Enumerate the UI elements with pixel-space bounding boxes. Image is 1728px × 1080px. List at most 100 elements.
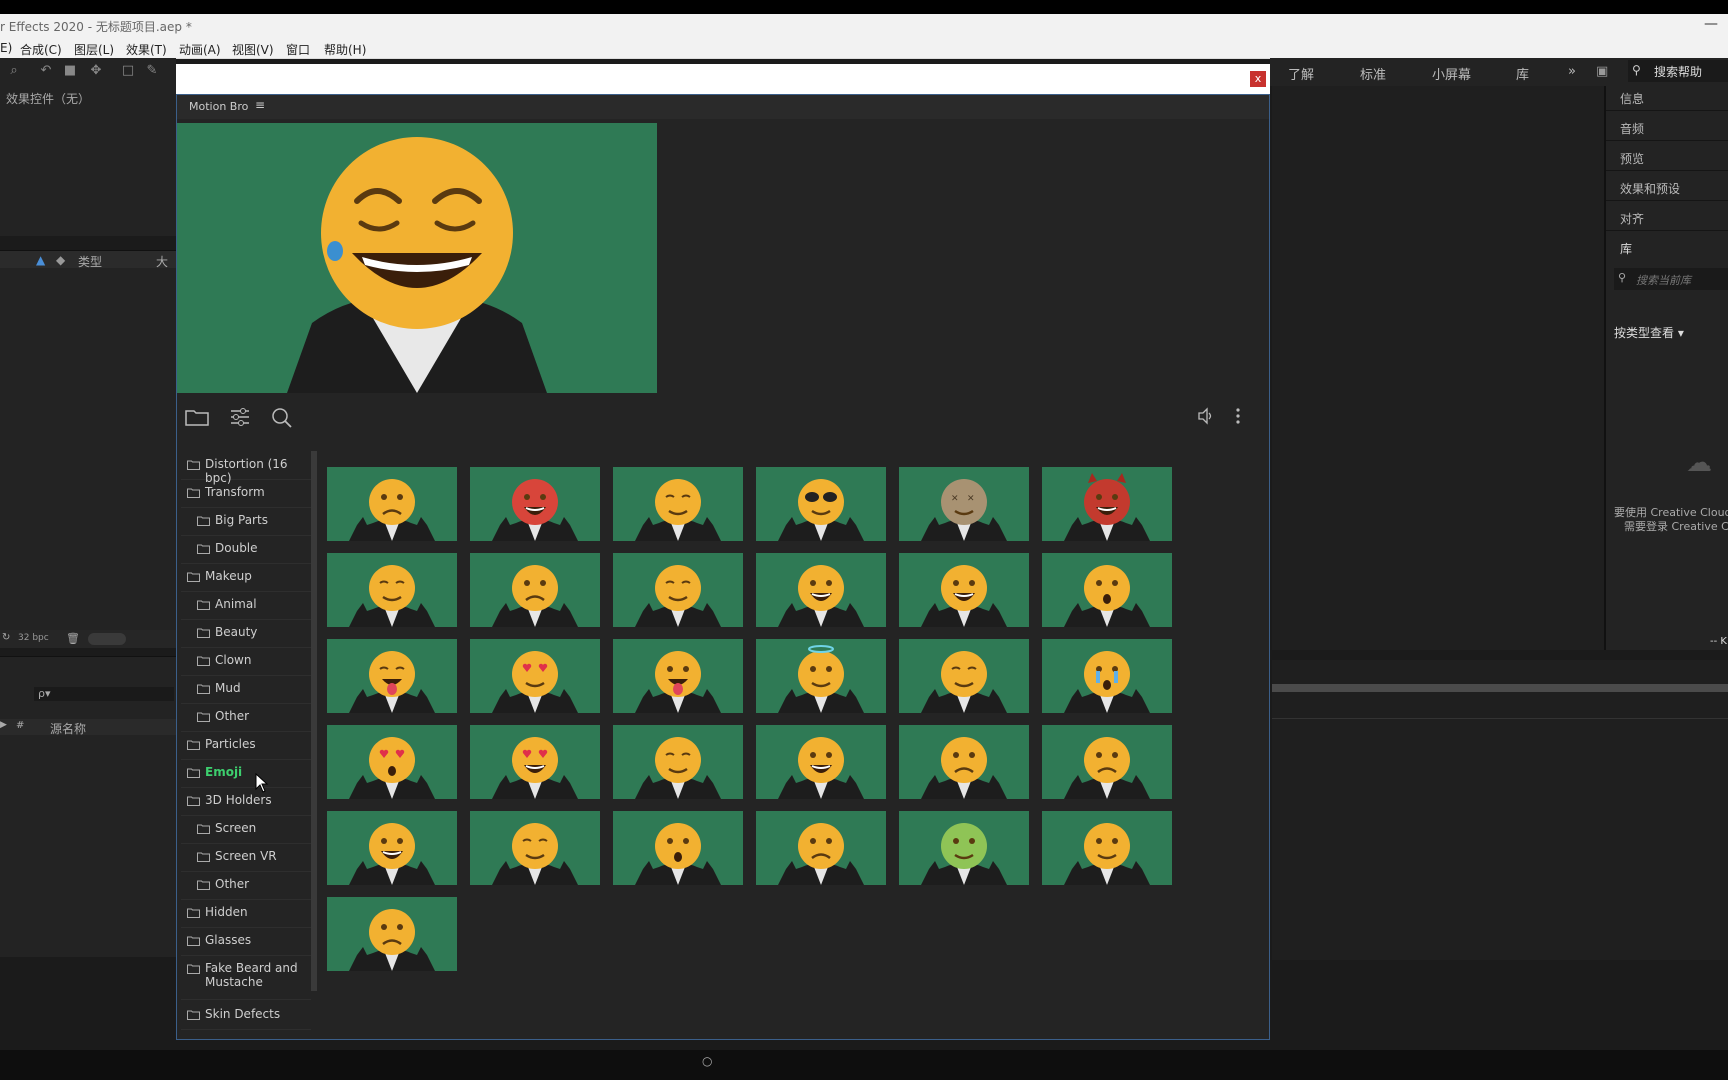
category-double[interactable]: Double	[181, 535, 311, 564]
menu-layer[interactable]: 图层(L)	[74, 41, 114, 58]
preset-thumbnail[interactable]	[899, 553, 1029, 627]
workspace-more-icon[interactable]: »	[1568, 64, 1576, 79]
category-screen-vr[interactable]: Screen VR	[181, 843, 311, 872]
category-screen[interactable]: Screen	[181, 815, 311, 844]
help-search-box[interactable]: ⚲ 搜索帮助	[1628, 60, 1728, 82]
rectangle-tool-icon[interactable]: □	[120, 64, 136, 78]
panel-menu-icon[interactable]: ≡	[255, 98, 265, 112]
camera-tool-icon[interactable]: ■	[62, 64, 78, 78]
category-distortion-16-bpc[interactable]: Distortion (16 bpc)	[181, 451, 311, 485]
search-tool-icon[interactable]: ⌕	[6, 64, 22, 78]
expand-icon[interactable]: ▶	[0, 720, 7, 730]
workspace-tab-small-screen[interactable]: 小屏幕	[1432, 64, 1471, 83]
preset-thumbnail[interactable]	[470, 639, 600, 713]
panel-libraries[interactable]: 库	[1620, 240, 1632, 257]
more-vertical-icon[interactable]	[1235, 407, 1241, 429]
preset-thumbnail[interactable]	[470, 467, 600, 541]
category-skin-defects[interactable]: Skin Defects	[181, 1001, 311, 1030]
folder-icon[interactable]	[185, 407, 209, 431]
category-other[interactable]: Other	[181, 703, 311, 732]
workspace-tab-learn[interactable]: 了解	[1288, 64, 1314, 83]
category-particles[interactable]: Particles	[181, 731, 311, 760]
search-icon[interactable]	[271, 407, 293, 433]
preset-thumbnail[interactable]	[1042, 553, 1172, 627]
preset-thumbnail[interactable]	[756, 553, 886, 627]
category-makeup[interactable]: Makeup	[181, 563, 311, 592]
preset-thumbnail[interactable]	[756, 467, 886, 541]
flow-icon[interactable]: ↻	[2, 632, 10, 643]
preset-thumbnail[interactable]	[756, 811, 886, 885]
sliders-icon[interactable]	[229, 407, 251, 431]
category-clown[interactable]: Clown	[181, 647, 311, 676]
preset-thumbnail[interactable]	[613, 811, 743, 885]
preset-thumbnail[interactable]	[327, 897, 457, 971]
category-other[interactable]: Other	[181, 871, 311, 900]
menu-view[interactable]: 视图(V)	[232, 41, 274, 58]
menu-composition[interactable]: 合成(C)	[20, 41, 62, 58]
menu-effect[interactable]: 效果(T)	[126, 41, 167, 58]
pan-tool-icon[interactable]: ✥	[88, 64, 104, 78]
rotate-tool-icon[interactable]: ↶	[38, 64, 54, 78]
preset-thumbnail[interactable]	[327, 725, 457, 799]
close-button[interactable]: x	[1250, 71, 1266, 87]
category-glasses[interactable]: Glasses	[181, 927, 311, 956]
timeline-search-input[interactable]: ρ▾	[34, 687, 174, 701]
preset-thumbnail[interactable]: ✕ ✕	[899, 467, 1029, 541]
motion-bro-tab[interactable]: Motion Bro	[189, 100, 248, 113]
panel-audio[interactable]: 音频	[1620, 120, 1644, 137]
workspace-icon[interactable]: ▣	[1596, 64, 1608, 79]
library-search-input[interactable]: ⚲ 搜索当前库	[1614, 268, 1728, 290]
menu-edit[interactable]: E)	[0, 41, 12, 55]
menu-help[interactable]: 帮助(H)	[324, 41, 366, 58]
category-mud[interactable]: Mud	[181, 675, 311, 704]
preset-thumbnail[interactable]	[899, 725, 1029, 799]
trash-icon[interactable]: 🗑	[66, 632, 80, 645]
category-fake-beard-and-mustache[interactable]: Fake Beard and Mustache	[181, 955, 311, 1000]
preset-thumbnail[interactable]	[1042, 639, 1172, 713]
preset-thumbnail[interactable]	[613, 725, 743, 799]
workspace-tab-standard[interactable]: 标准	[1360, 64, 1386, 83]
column-source-name[interactable]: 源名称	[50, 720, 86, 737]
panel-effects-presets[interactable]: 效果和预设	[1620, 180, 1680, 197]
preset-thumbnail[interactable]	[1042, 811, 1172, 885]
menu-window[interactable]: 窗口	[286, 41, 310, 58]
panel-info[interactable]: 信息	[1620, 90, 1644, 107]
category-hidden[interactable]: Hidden	[181, 899, 311, 928]
preset-thumbnail[interactable]	[899, 639, 1029, 713]
preset-thumbnail[interactable]	[613, 639, 743, 713]
preset-thumbnail[interactable]	[327, 811, 457, 885]
pen-tool-icon[interactable]: ✎	[144, 64, 160, 78]
view-by-type-dropdown[interactable]: 按类型查看 ▾	[1614, 324, 1684, 341]
thumbnail-slider[interactable]	[88, 633, 126, 645]
work-area-bar[interactable]	[1272, 684, 1728, 692]
category-scrollbar[interactable]	[311, 451, 317, 991]
category-emoji[interactable]: Emoji	[181, 759, 311, 788]
panel-preview[interactable]: 预览	[1620, 150, 1644, 167]
preset-thumbnail[interactable]	[1042, 725, 1172, 799]
category-transform[interactable]: Transform	[181, 479, 311, 508]
bit-depth[interactable]: 32 bpc	[18, 633, 49, 643]
category-beauty[interactable]: Beauty	[181, 619, 311, 648]
preset-thumbnail[interactable]	[327, 467, 457, 541]
menu-animation[interactable]: 动画(A)	[179, 41, 221, 58]
preset-thumbnail[interactable]	[756, 639, 886, 713]
preset-thumbnail[interactable]	[1042, 467, 1172, 541]
minimize-button[interactable]: —	[1704, 16, 1718, 32]
category-animal[interactable]: Animal	[181, 591, 311, 620]
category-big-parts[interactable]: Big Parts	[181, 507, 311, 536]
preset-thumbnail[interactable]	[756, 725, 886, 799]
sort-arrow-icon[interactable]: ▲	[36, 253, 45, 267]
preset-thumbnail[interactable]	[470, 553, 600, 627]
workspace-tab-library[interactable]: 库	[1516, 64, 1529, 83]
preset-thumbnail[interactable]	[470, 725, 600, 799]
preset-thumbnail[interactable]	[899, 811, 1029, 885]
panel-align[interactable]: 对齐	[1620, 210, 1644, 227]
preset-thumbnail[interactable]	[613, 467, 743, 541]
category-3d-holders[interactable]: 3D Holders	[181, 787, 311, 816]
preset-thumbnail[interactable]	[613, 553, 743, 627]
preset-thumbnail[interactable]	[470, 811, 600, 885]
time-ruler[interactable]	[1272, 700, 1728, 719]
speaker-icon[interactable]	[1197, 407, 1215, 429]
preset-thumbnail[interactable]	[327, 553, 457, 627]
zoom-slider-knob[interactable]: ○	[702, 1054, 712, 1068]
